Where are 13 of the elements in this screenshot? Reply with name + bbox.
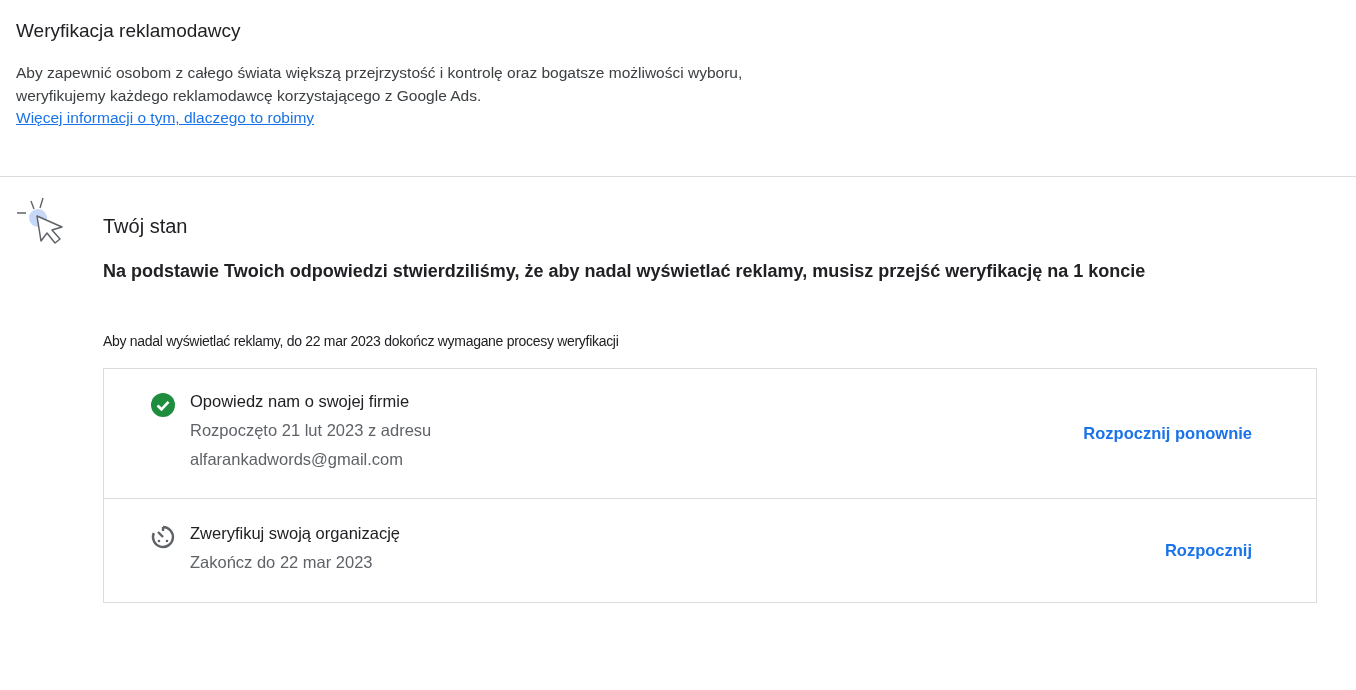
deadline-note: Aby nadal wyświetlać reklamy, do 22 mar 2023 dokończ wymagane procesy weryfikacji — [103, 332, 620, 349]
step-detail: Zakończ do 22 mar 2023 — [190, 551, 374, 573]
section-title: Weryfikacja reklamodawcy — [16, 20, 242, 42]
step-title: Zweryfikuj swoją organizację — [190, 523, 400, 543]
step-detail: Rozpoczęto 21 lut 2023 z adresu — [190, 420, 432, 441]
learn-more-link[interactable]: Więcej informacji o tym, dlaczego to robimy — [16, 107, 315, 130]
description-text: Aby zapewnić osobom z całego świata większą przejrzystość i kontrolę oraz bogatsze możliwości wyboru, weryfikujemy każdego reklamodawcę korzystającego z Google Ads. — [16, 63, 744, 106]
step-title: Opowiedz nam o swojej firmie — [190, 392, 411, 411]
step-detail: alfarankadwords@gmail.com — [190, 449, 404, 470]
status-message: Na podstawie Twoich odpowiedzi stwierdziliśmy, że aby nadal wyświetlać reklamy, musisz przejść weryfikację na 1 koncie — [103, 259, 1147, 283]
status-title: Twój stan — [103, 214, 189, 238]
start-link[interactable]: Rozpocznij — [1164, 540, 1252, 560]
start-link[interactable]: Rozpocznij ponownie — [1083, 423, 1252, 443]
